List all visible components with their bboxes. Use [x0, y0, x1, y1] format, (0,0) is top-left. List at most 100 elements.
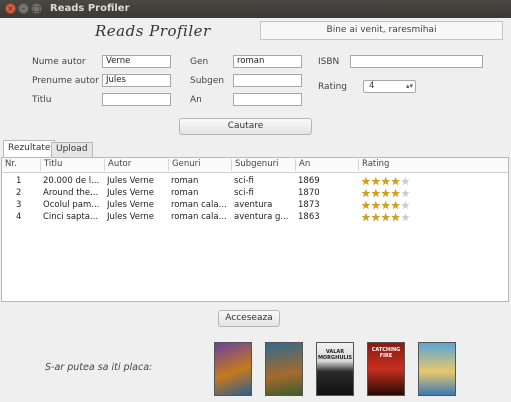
close-window-button[interactable]: × [5, 3, 16, 14]
gen-input[interactable]: roman [233, 55, 302, 68]
maximize-icon: □ [32, 4, 41, 13]
star-icon: ★ [361, 211, 371, 224]
isbn-label: ISBN [318, 57, 340, 67]
suggestions-area: S-ar putea sa iti placa: VALAR MORGHULIS… [0, 334, 511, 402]
star-icon: ★ [400, 211, 411, 224]
cell-titlu: Ocolul pam... [43, 200, 100, 210]
an-label: An [190, 95, 202, 105]
cell-autor: Jules Verne [107, 188, 154, 198]
header-rating[interactable]: Rating [358, 159, 508, 171]
cell-autor: Jules Verne [107, 176, 154, 186]
header-an[interactable]: An [295, 159, 358, 171]
rating-select-value: 4 [369, 81, 375, 91]
cell-genuri: roman cala... [171, 212, 227, 222]
star-icon: ★ [390, 211, 401, 224]
cell-an: 1869 [298, 176, 320, 186]
access-button[interactable]: Acceseaza [218, 310, 280, 327]
star-icon: ★ [400, 199, 411, 212]
isbn-input[interactable] [350, 55, 483, 68]
cover-text: VALAR MORGHULIS [317, 349, 353, 361]
an-input[interactable] [233, 93, 302, 106]
book-cover-2[interactable] [265, 342, 303, 396]
gen-label: Gen [190, 57, 209, 67]
star-icon: ★ [380, 175, 391, 188]
rating-stars: ★ ★ ★ ★ ★ [361, 188, 410, 199]
header-subgenuri[interactable]: Subgenuri [231, 159, 295, 171]
header-autor[interactable]: Autor [104, 159, 168, 171]
cell-titlu: Around the... [43, 188, 99, 198]
header-titlu[interactable]: Titlu [40, 159, 104, 171]
header-genuri[interactable]: Genuri [168, 159, 231, 171]
minimize-icon: – [21, 4, 26, 13]
tab-rezultate[interactable]: Rezultate [3, 140, 56, 157]
titlu-input[interactable] [102, 93, 171, 106]
app-logo: Reads Profiler [95, 22, 211, 40]
app-window: Reads Profiler Bine ai venit, raresmihai… [0, 18, 511, 402]
star-icon: ★ [370, 187, 381, 200]
title-bar: × – □ Reads Profiler [0, 0, 511, 18]
cell-an: 1873 [298, 200, 320, 210]
rating-stars: ★ ★ ★ ★ ★ [361, 176, 410, 187]
cell-genuri: roman [171, 188, 199, 198]
cell-subgenuri: sci-fi [234, 188, 254, 198]
star-icon: ★ [390, 199, 401, 212]
titlu-label: Titlu [32, 95, 52, 105]
cover-text: CATCHING FIRE [371, 347, 401, 359]
star-icon: ★ [361, 199, 371, 212]
cell-an: 1863 [298, 212, 320, 222]
tab-upload[interactable]: Upload [51, 142, 93, 157]
book-cover-5[interactable] [418, 342, 456, 396]
header-nr[interactable]: Nr. [2, 159, 40, 171]
star-icon: ★ [370, 211, 381, 224]
cell-nr: 3 [16, 200, 22, 210]
search-button[interactable]: Cautare [179, 118, 312, 135]
subgen-label: Subgen [190, 76, 225, 86]
cell-nr: 2 [16, 188, 22, 198]
nume-autor-input[interactable]: Verne [102, 55, 171, 68]
table-row[interactable]: 3 Ocolul pam... Jules Verne roman cala..… [2, 200, 508, 212]
rating-stars: ★ ★ ★ ★ ★ [361, 200, 410, 211]
spin-arrows-icon: ▴▾ [405, 82, 413, 90]
cell-an: 1870 [298, 188, 320, 198]
star-icon: ★ [400, 187, 411, 200]
star-icon: ★ [370, 199, 381, 212]
cell-nr: 1 [16, 176, 22, 186]
cell-genuri: roman cala... [171, 200, 227, 210]
star-icon: ★ [361, 175, 371, 188]
table-row[interactable]: 1 20.000 de l... Jules Verne roman sci-f… [2, 176, 508, 188]
rating-label: Rating [318, 82, 348, 92]
cell-subgenuri: sci-fi [234, 176, 254, 186]
star-icon: ★ [380, 211, 391, 224]
rating-stars: ★ ★ ★ ★ ★ [361, 212, 410, 223]
cell-titlu: Cinci sapta... [43, 212, 99, 222]
star-icon: ★ [370, 175, 381, 188]
cell-titlu: 20.000 de l... [43, 176, 100, 186]
cell-genuri: roman [171, 176, 199, 186]
table-header: Nr. Titlu Autor Genuri Subgenuri An Rati… [2, 158, 508, 173]
star-icon: ★ [390, 187, 401, 200]
table-row[interactable]: 2 Around the... Jules Verne roman sci-fi… [2, 188, 508, 200]
minimize-window-button[interactable]: – [18, 3, 29, 14]
cell-nr: 4 [16, 212, 22, 222]
book-cover-4[interactable]: CATCHING FIRE [367, 342, 405, 396]
welcome-message: Bine ai venit, raresmihai [260, 21, 503, 40]
nume-autor-label: Nume autor [32, 57, 86, 67]
book-cover-1[interactable] [214, 342, 252, 396]
star-icon: ★ [380, 199, 391, 212]
star-icon: ★ [380, 187, 391, 200]
window-title: Reads Profiler [50, 3, 130, 14]
rating-select[interactable]: 4 ▴▾ [363, 80, 416, 93]
prenume-autor-input[interactable]: Jules [102, 74, 171, 87]
cell-autor: Jules Verne [107, 200, 154, 210]
close-icon: × [7, 4, 14, 13]
maximize-window-button[interactable]: □ [31, 3, 42, 14]
star-icon: ★ [390, 175, 401, 188]
star-icon: ★ [400, 175, 411, 188]
subgen-input[interactable] [233, 74, 302, 87]
cell-autor: Jules Verne [107, 212, 154, 222]
prenume-autor-label: Prenume autor [32, 76, 99, 86]
book-cover-3[interactable]: VALAR MORGHULIS [316, 342, 354, 396]
cell-subgenuri: aventura g... [234, 212, 289, 222]
results-panel: Nr. Titlu Autor Genuri Subgenuri An Rati… [1, 157, 509, 302]
table-row[interactable]: 4 Cinci sapta... Jules Verne roman cala.… [2, 212, 508, 224]
